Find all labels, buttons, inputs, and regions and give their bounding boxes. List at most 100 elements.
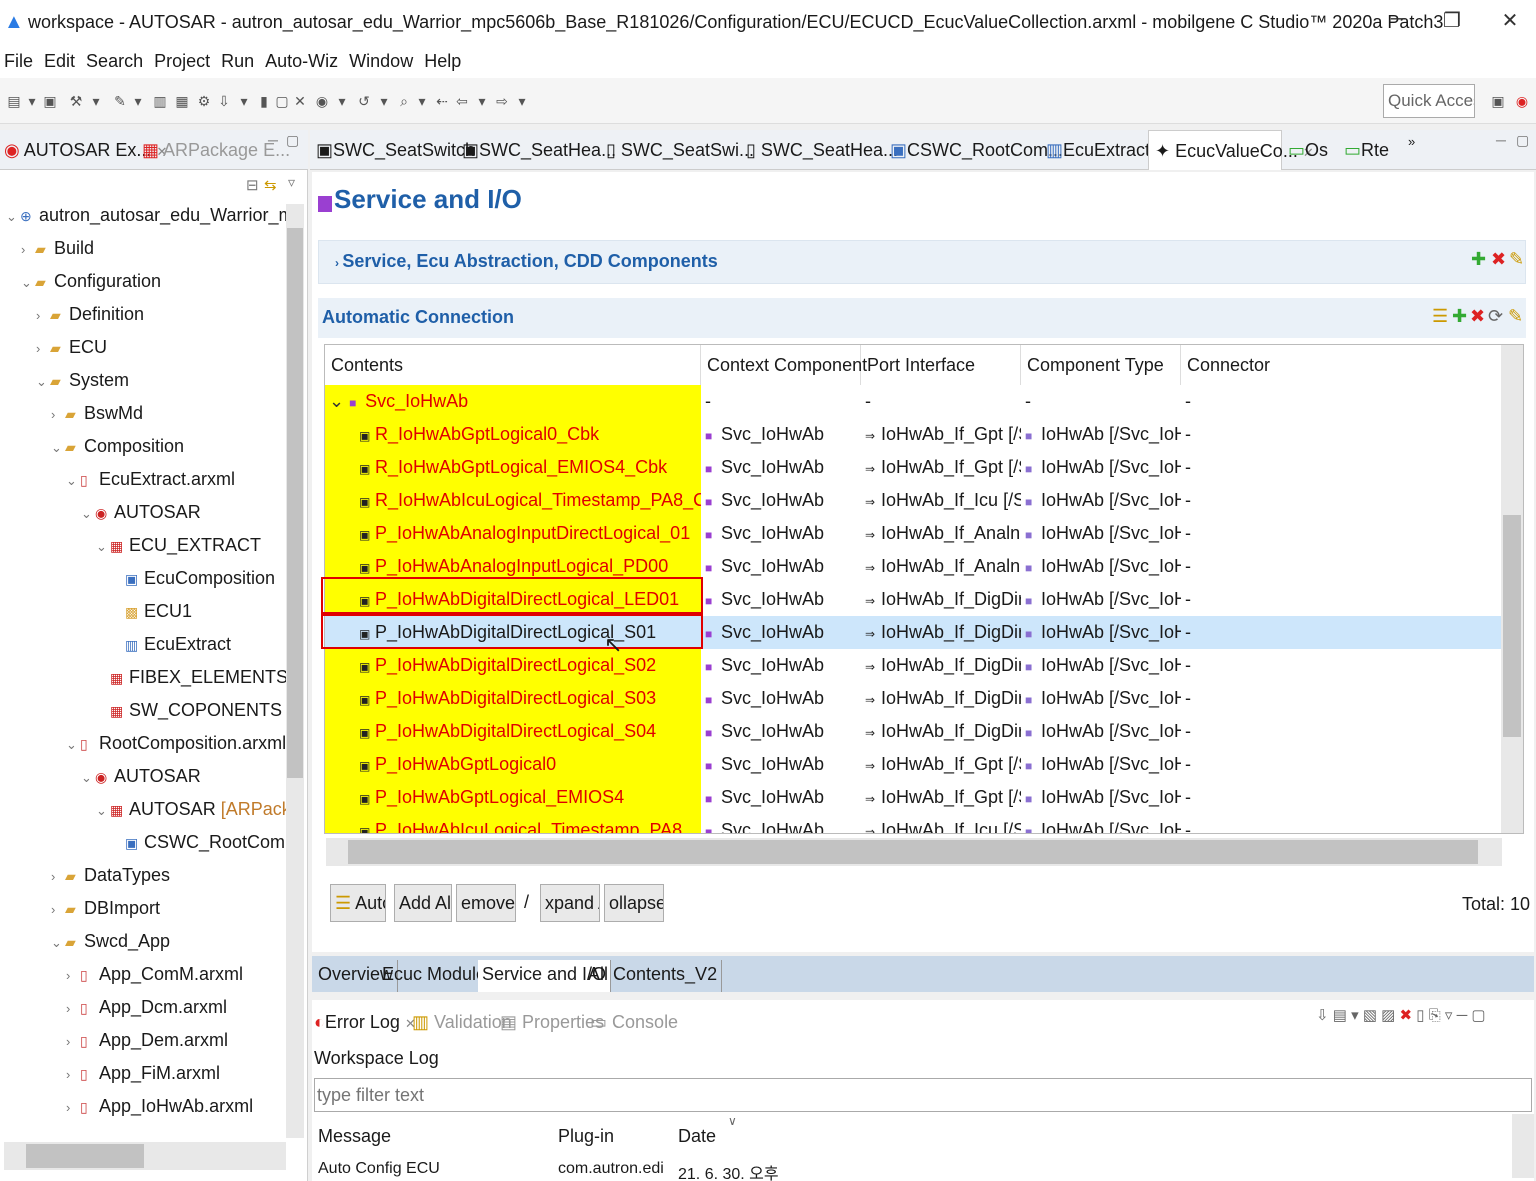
column-connector[interactable]: Connector <box>1181 345 1501 385</box>
view-icon[interactable]: ▮ <box>256 92 272 110</box>
scrollbar-thumb[interactable] <box>348 840 1478 864</box>
dropdown-icon[interactable]: ▾ <box>236 92 252 110</box>
list-icon[interactable]: ☰ <box>1432 306 1448 327</box>
chevron-right-icon[interactable]: › <box>36 334 50 364</box>
more-tabs-icon[interactable]: » <box>1408 134 1415 149</box>
tab-console[interactable]: ▭ Console <box>590 1012 678 1033</box>
edit-icon[interactable]: ✎ <box>1509 249 1524 270</box>
tab-validation[interactable]: ▥ Validation <box>412 1012 512 1033</box>
tree-item[interactable]: ⌄▦ AUTOSAR [ARPackage] <box>96 794 286 824</box>
table-row[interactable]: ▣ P_IoHwAbIcuLogical_Timestamp_PA8 ■ Svc_Io… <box>325 814 1501 833</box>
chevron-right-icon[interactable]: › <box>66 1060 80 1090</box>
delete-log-icon[interactable]: ▨ <box>1381 1007 1395 1024</box>
link-editor-icon[interactable]: ⇆ <box>264 176 277 194</box>
tab-swc-seathea-1[interactable]: ▣SWC_SeatHea... <box>462 140 616 161</box>
chevron-right-icon[interactable]: › <box>66 961 80 991</box>
add-icon[interactable]: ✚ <box>1452 306 1467 327</box>
tab-ecucvalueco[interactable]: ✦ EcucValueCo... ✕ <box>1148 130 1314 170</box>
minimize-button[interactable]: ─ <box>1378 8 1418 36</box>
tab-rte[interactable]: ▭Rte <box>1344 140 1389 161</box>
tree-item[interactable]: › ▯ App_Dcm.arxml <box>66 992 227 1022</box>
table-row[interactable]: ▣ P_IoHwAbDigitalDirectLogical_S02 ■ Svc_Io… <box>325 649 1501 682</box>
search-icon[interactable]: ⌕ <box>396 92 412 110</box>
tree-item[interactable]: ▣ EcuComposition <box>111 563 275 593</box>
frame-icon[interactable]: ▢ <box>274 92 290 110</box>
minimize-editor-icon[interactable]: ─ <box>1496 132 1506 148</box>
column-component-type[interactable]: Component Type <box>1021 345 1181 385</box>
remove-all-button[interactable]: emove A <box>456 884 516 922</box>
tree-item[interactable]: ▦ FIBEX_ELEMENTS <box>96 662 286 692</box>
column-port-interface[interactable]: Port Interface <box>861 345 1021 385</box>
chevron-down-icon[interactable]: ⌄ <box>81 763 95 793</box>
chevron-down-icon[interactable]: ⌄ <box>96 796 110 826</box>
table-group-row[interactable]: ⌄ ■ Svc_IoHwAb - - - - <box>325 385 1501 418</box>
add-icon[interactable]: ✚ <box>1471 249 1486 270</box>
tree-item[interactable]: ⌄ ▯ EcuExtract.arxml <box>66 464 235 494</box>
dropdown-icon[interactable]: ▾ <box>474 92 490 110</box>
link-icon[interactable]: ✕ <box>292 92 308 110</box>
refresh-icon[interactable]: ⟳ <box>1488 306 1503 327</box>
minimize-view-icon[interactable]: ─ <box>268 132 278 148</box>
chevron-right-icon[interactable]: › <box>66 994 80 1024</box>
tree-item[interactable]: ▥ EcuExtract <box>111 629 231 659</box>
tree-item[interactable]: › ▰ Build <box>21 233 94 263</box>
tool-icon[interactable]: ▦ <box>174 92 190 110</box>
tree-item[interactable]: › ▯ App_Dem.arxml <box>66 1025 228 1055</box>
tree-item[interactable]: ⌄ ▯ RootComposition.arxml <box>66 728 286 758</box>
import-icon[interactable]: ⇩ <box>216 92 232 110</box>
restore-log-icon[interactable]: ⎘ <box>1429 1007 1441 1024</box>
history-icon[interactable]: ↺ <box>356 92 372 110</box>
collapse-all-icon[interactable]: ⊟ <box>246 176 259 194</box>
collapse-all-button[interactable]: ollapse A <box>604 884 664 922</box>
forward-icon[interactable]: ⇨ <box>494 92 510 110</box>
tab-properties[interactable]: ▤ Properties <box>500 1012 604 1033</box>
tab-ecuextract[interactable]: ▥EcuExtract <box>1046 140 1150 161</box>
scrollbar-thumb[interactable] <box>1503 515 1521 737</box>
tree-item[interactable]: ▩ ECU1 <box>111 596 192 626</box>
build-icon[interactable]: ⚒ <box>68 92 84 110</box>
chevron-right-icon[interactable]: › <box>51 895 65 925</box>
tree-item[interactable]: › ▯ App_ComM.arxml <box>66 959 243 989</box>
tab-cswc-rootcom[interactable]: ▣CSWC_RootCom... <box>890 140 1063 161</box>
menu-window[interactable]: Window <box>349 51 413 72</box>
new-icon[interactable]: ▤ <box>6 92 22 110</box>
dropdown-icon[interactable]: ▾ <box>130 92 146 110</box>
dropdown-icon[interactable]: ▾ <box>24 92 40 110</box>
chevron-down-icon[interactable]: ⌄ <box>36 367 50 397</box>
menu-project[interactable]: Project <box>154 51 210 72</box>
log-row[interactable]: Auto Config ECU com.autron.edi 21. 6. 30… <box>314 1160 794 1181</box>
menu-auto-wiz[interactable]: Auto-Wiz <box>265 51 338 72</box>
tree-item[interactable]: ▦ SW_COPONENTS <box>96 695 282 725</box>
table-row[interactable]: ▣ R_IoHwAbGptLogical0_Cbk ■ Svc_IoHwAb ⇒ IoHw… <box>325 418 1501 451</box>
log-column-plugin[interactable]: Plug-in <box>558 1126 614 1147</box>
tree-item[interactable]: ⌄ ▦ ECU_EXTRACT <box>96 530 261 560</box>
tab-swc-seatswi[interactable]: ▯ SWC_SeatSwi... <box>606 140 754 161</box>
tree-item[interactable]: ⌄ ▰ Composition <box>51 431 184 461</box>
dropdown-icon[interactable]: ▾ <box>1351 1007 1359 1024</box>
table-row[interactable]: ▣ P_IoHwAbAnalogInputDirectLogical_01 ■ Svc… <box>325 517 1501 550</box>
chevron-down-icon[interactable]: ⌄ <box>66 466 80 496</box>
tree-item[interactable]: › ▰ DBImport <box>51 893 160 923</box>
tree-item[interactable]: ⌄ ▰ Swcd_App <box>51 926 170 956</box>
log-filter-input[interactable] <box>314 1078 1532 1112</box>
column-context-component[interactable]: Context Component <box>701 345 867 385</box>
table-row[interactable]: ▣ R_IoHwAbIcuLogical_Timestamp_PA8_Cbk ■ Sv… <box>325 484 1501 517</box>
table-row[interactable]: ▣ P_IoHwAbDigitalDirectLogical_S04 ■ Svc_Io… <box>325 715 1501 748</box>
add-all-button[interactable]: Add All <box>394 884 452 922</box>
module-icon[interactable]: ▥ <box>152 92 168 110</box>
tree-item[interactable]: › ▰ ECU <box>36 332 107 362</box>
tree-item[interactable]: ⌄ ▰ Configuration <box>21 266 161 296</box>
maximize-view-icon[interactable]: ▢ <box>1471 1007 1485 1024</box>
table-row[interactable]: ▣ P_IoHwAbDigitalDirectLogical_S03 ■ Svc_Io… <box>325 682 1501 715</box>
tree-item[interactable]: › ▰ DataTypes <box>51 860 170 890</box>
menu-file[interactable]: File <box>4 51 33 72</box>
auto-button[interactable]: ☰ Auto <box>330 884 386 922</box>
edit-icon[interactable]: ✎ <box>1508 306 1523 327</box>
tree-item[interactable]: › ▰ Definition <box>36 299 144 329</box>
chevron-down-icon[interactable]: ⌄ <box>51 433 65 463</box>
chevron-right-icon[interactable]: › <box>66 1093 80 1123</box>
dropdown-icon[interactable]: ▾ <box>334 92 350 110</box>
chevron-right-icon[interactable]: › <box>66 1027 80 1057</box>
delete-icon[interactable]: ✖ <box>1470 306 1485 327</box>
table-row[interactable]: ▣ P_IoHwAbGptLogical_EMIOS4 ■ Svc_IoHwAb ⇒ Io… <box>325 781 1501 814</box>
